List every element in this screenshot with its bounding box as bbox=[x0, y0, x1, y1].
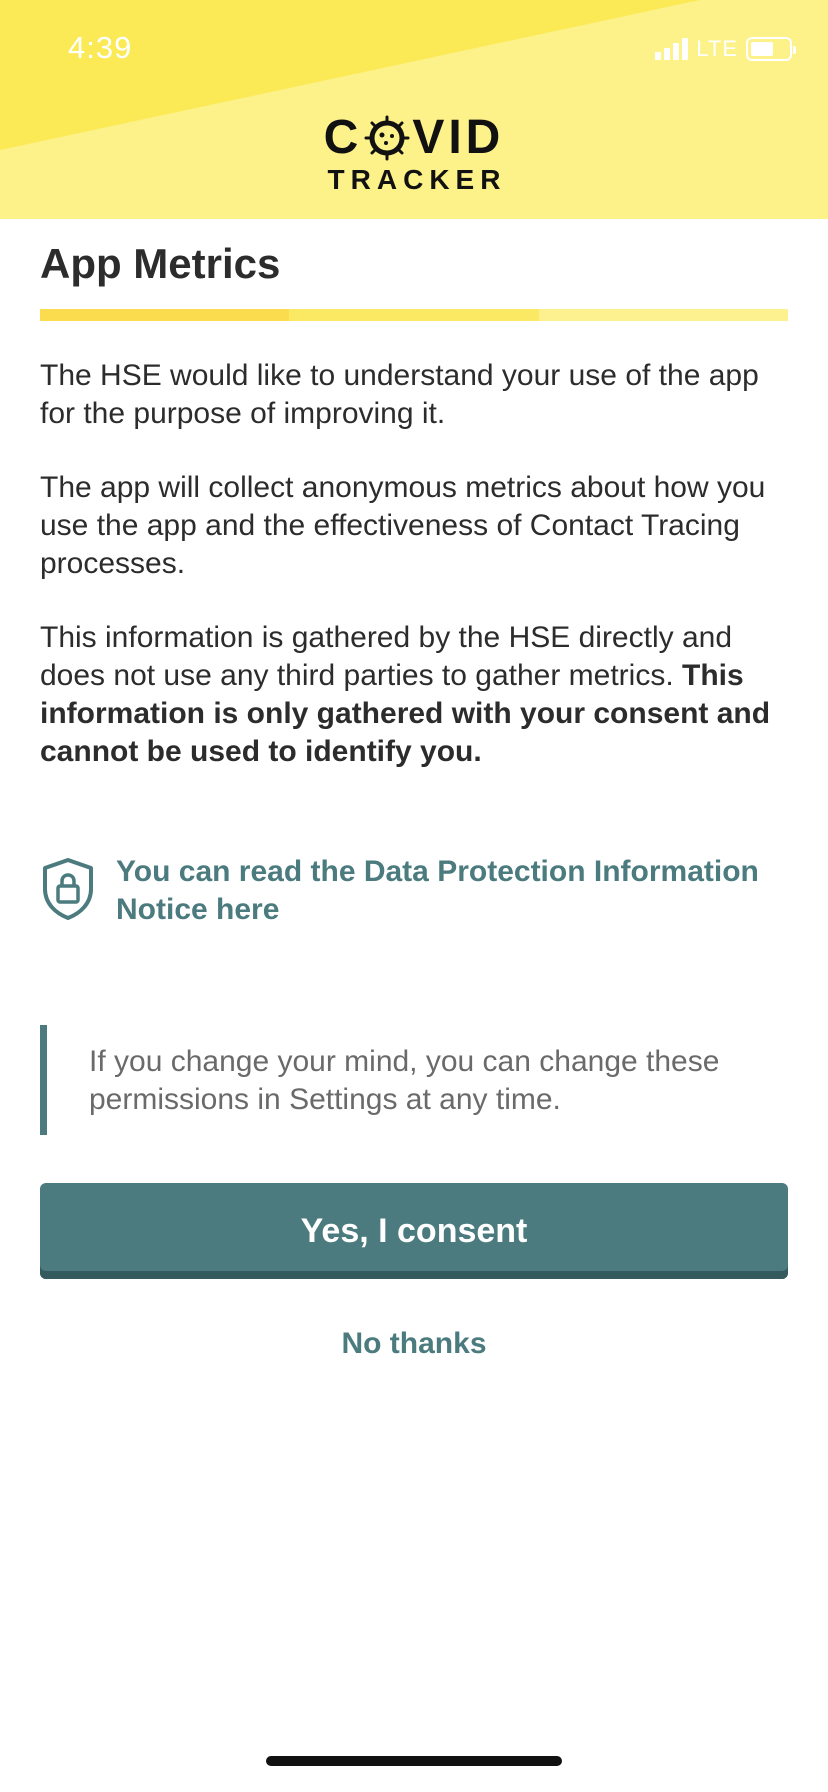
app-header: 4:39 LTE C VID TRACKER bbox=[0, 0, 828, 219]
settings-notice: If you change your mind, you can change … bbox=[40, 1025, 788, 1135]
consent-button[interactable]: Yes, I consent bbox=[40, 1183, 788, 1279]
app-metrics-screen: 4:39 LTE C VID TRACKER App Metrics The H… bbox=[0, 0, 828, 1792]
status-time: 4:39 bbox=[68, 30, 133, 65]
status-indicators: LTE bbox=[655, 36, 796, 62]
logo-subtitle: TRACKER bbox=[327, 164, 507, 195]
logo-letters-vid: VID bbox=[412, 111, 505, 164]
consent-paragraph-regular: This information is gathered by the HSE … bbox=[40, 621, 733, 692]
settings-notice-text: If you change your mind, you can change … bbox=[89, 1045, 720, 1116]
home-indicator[interactable] bbox=[266, 1756, 562, 1766]
progress-segment-3 bbox=[538, 309, 788, 321]
signal-icon bbox=[655, 38, 689, 60]
page-title: App Metrics bbox=[40, 240, 281, 287]
intro-paragraph: The HSE would like to understand your us… bbox=[40, 359, 759, 430]
metrics-paragraph: The app will collect anonymous metrics a… bbox=[40, 471, 766, 580]
covid-tracker-logo: C VID TRACKER bbox=[0, 114, 828, 196]
battery-icon bbox=[746, 37, 796, 61]
main-content: App Metrics The HSE would like to unders… bbox=[40, 219, 788, 1361]
onboarding-progress-bar bbox=[40, 309, 788, 321]
consent-paragraph: This information is gathered by the HSE … bbox=[40, 619, 788, 771]
progress-segment-1 bbox=[40, 309, 290, 321]
data-protection-link-text: You can read the Data Protection Informa… bbox=[116, 855, 759, 926]
no-thanks-button[interactable]: No thanks bbox=[341, 1327, 486, 1361]
network-label: LTE bbox=[696, 36, 738, 61]
data-protection-link[interactable]: You can read the Data Protection Informa… bbox=[40, 853, 788, 929]
progress-segment-2 bbox=[289, 309, 539, 321]
logo-letter-c: C bbox=[323, 111, 363, 164]
shield-lock-icon bbox=[43, 858, 93, 920]
virus-icon bbox=[364, 115, 410, 161]
